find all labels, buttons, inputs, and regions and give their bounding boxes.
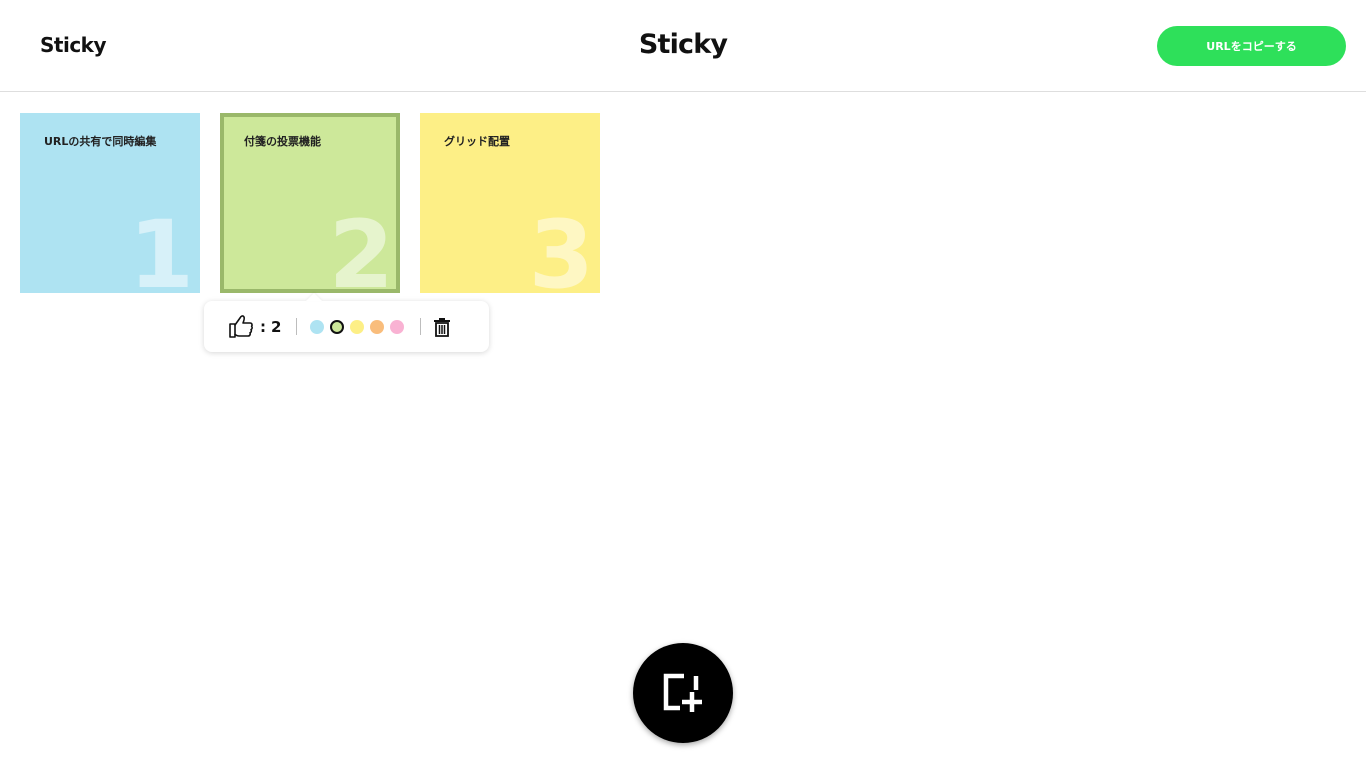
color-swatch-orange[interactable] bbox=[370, 320, 384, 334]
note-text[interactable]: グリッド配置 bbox=[444, 133, 510, 149]
toolbar-divider bbox=[420, 318, 421, 335]
add-note-icon bbox=[663, 673, 702, 712]
color-swatch-blue[interactable] bbox=[310, 320, 324, 334]
copy-url-button[interactable]: URLをコピーする bbox=[1157, 26, 1346, 66]
sticky-note-3[interactable]: グリッド配置 3 bbox=[420, 113, 600, 293]
color-swatch-pink[interactable] bbox=[390, 320, 404, 334]
thumbs-up-icon[interactable] bbox=[228, 313, 254, 339]
note-number: 2 bbox=[328, 201, 394, 293]
popover-arrow bbox=[306, 293, 322, 301]
like-separator: : bbox=[260, 318, 266, 336]
note-toolbar-popover: : 2 bbox=[204, 293, 489, 352]
note-number: 1 bbox=[128, 201, 194, 294]
sticky-note-1[interactable]: URLの共有で同時編集 1 bbox=[20, 113, 200, 293]
like-count: 2 bbox=[271, 318, 282, 336]
toolbar-divider bbox=[296, 318, 297, 335]
note-number: 3 bbox=[528, 201, 594, 294]
sticky-note-2[interactable]: 付箋の投票機能 2 bbox=[220, 113, 400, 293]
color-swatch-yellow[interactable] bbox=[350, 320, 364, 334]
color-swatch-green[interactable] bbox=[330, 320, 344, 334]
trash-icon[interactable] bbox=[433, 317, 451, 337]
note-text[interactable]: URLの共有で同時編集 bbox=[44, 133, 156, 149]
add-note-button[interactable] bbox=[633, 643, 733, 743]
app-header: Sticky Sticky URLをコピーする bbox=[0, 0, 1366, 92]
note-text[interactable]: 付箋の投票機能 bbox=[244, 133, 321, 149]
